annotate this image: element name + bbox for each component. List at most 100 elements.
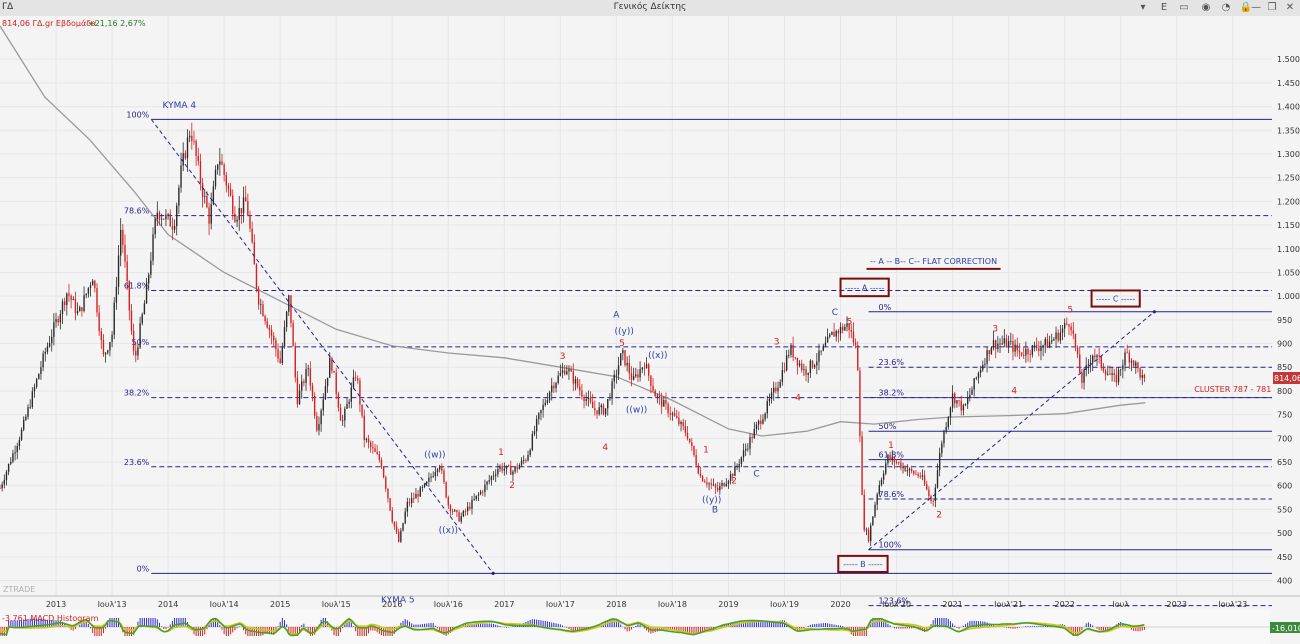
candle-body: [626, 363, 628, 366]
candle-body: [387, 488, 389, 499]
candle-body: [102, 340, 105, 355]
candle-body: [7, 463, 10, 472]
candle-body: [712, 484, 715, 486]
candle-body: [975, 377, 978, 379]
candle-body: [249, 215, 251, 229]
chart-area[interactable]: 100%78.6%61.8%50%38.2%23.6%0%0%23.6%38.2…: [0, 16, 1300, 644]
candle-body: [341, 420, 344, 422]
candle-body: [992, 340, 995, 348]
candle-body: [404, 511, 406, 524]
macd-label: -3,761 MACD Histogram: [2, 614, 99, 623]
candle-body: [193, 140, 195, 142]
candle-body: [482, 491, 484, 493]
candle-body: [363, 415, 365, 441]
candle-body: [361, 404, 363, 416]
candle-body: [344, 408, 346, 421]
candle-body: [100, 331, 102, 341]
candle-body: [906, 470, 909, 472]
candle-body: [818, 350, 820, 362]
dropdown-icon[interactable]: ▾: [1135, 1, 1151, 15]
wave-box-label: ----- C -----: [1096, 295, 1136, 304]
candle-body: [997, 343, 999, 349]
candle-body: [85, 293, 87, 296]
candle-body: [438, 466, 441, 470]
y-tick-label: 1.050: [1277, 268, 1300, 277]
candle-body: [354, 377, 357, 379]
wave-box-label: ----- B -----: [843, 560, 883, 569]
candle-body: [926, 484, 928, 490]
close-icon[interactable]: ✕: [1282, 1, 1298, 15]
candle-body: [932, 500, 934, 502]
candle-body: [682, 421, 684, 427]
candle-body: [619, 353, 622, 366]
candle-body: [844, 326, 846, 331]
candle-body: [275, 339, 277, 350]
y-tick-label: 1.500: [1277, 55, 1300, 64]
candle-body: [913, 471, 915, 474]
candle-body: [378, 454, 381, 460]
restore-icon[interactable]: ❐: [1264, 1, 1280, 15]
candle-body: [359, 380, 361, 405]
edit-icon[interactable]: E: [1156, 1, 1172, 15]
candle-body: [641, 367, 643, 370]
candle-body: [503, 468, 506, 471]
panel-icon[interactable]: ▭: [1176, 1, 1192, 15]
candle-body: [964, 404, 967, 406]
candle-body: [391, 510, 393, 522]
candle-body: [587, 397, 590, 400]
wave-label: 4: [795, 393, 801, 403]
candle-body: [169, 214, 171, 227]
candle-body: [576, 379, 579, 387]
candle-body: [658, 395, 661, 397]
candle-body: [247, 201, 249, 216]
candle-body: [395, 526, 398, 532]
minimize-icon[interactable]: —: [1248, 1, 1264, 15]
candle-body: [1072, 330, 1074, 334]
candle-body: [727, 481, 730, 484]
candle-body: [464, 510, 467, 512]
candle-body: [1094, 355, 1096, 358]
candle-body: [352, 377, 355, 388]
candle-body: [872, 516, 874, 526]
candle-body: [650, 375, 652, 386]
candle-body: [885, 463, 887, 474]
candle-body: [867, 529, 870, 542]
wave-label: A: [613, 310, 620, 320]
candle-body: [753, 428, 756, 439]
candle-body: [1001, 343, 1003, 345]
clock-icon[interactable]: ◔: [1218, 1, 1234, 15]
candle-body: [559, 372, 562, 376]
candle-body: [27, 407, 29, 417]
candle-body: [494, 474, 497, 476]
candle-body: [809, 360, 812, 373]
candle-body: [542, 404, 544, 411]
candle-body: [617, 365, 620, 375]
candle-body: [55, 319, 57, 323]
x-tick-label: Ιουλ'19: [770, 600, 799, 609]
candle-body: [326, 377, 329, 387]
candle-body: [561, 370, 564, 373]
candle-body: [447, 497, 449, 506]
settings-icon[interactable]: ◉: [1198, 1, 1214, 15]
wave-label: 4: [1011, 386, 1017, 396]
candle-body: [977, 372, 980, 378]
candle-body: [630, 373, 633, 380]
candle-body: [227, 185, 230, 190]
candle-body: [747, 448, 749, 450]
candle-body: [652, 385, 654, 391]
y-tick-label: 800: [1277, 387, 1292, 396]
candle-body: [751, 437, 753, 439]
candle-body: [303, 381, 305, 383]
candle-body: [813, 365, 816, 368]
candle-body: [335, 372, 337, 394]
candle-body: [805, 369, 807, 375]
candle-body: [639, 369, 641, 378]
candle-body: [971, 389, 973, 395]
candle-body: [423, 483, 426, 487]
candle-body: [499, 466, 501, 469]
x-tick-label: 2013: [46, 600, 66, 609]
candle-body: [648, 364, 650, 376]
candle-body: [167, 214, 169, 215]
y-tick-label: 500: [1277, 529, 1292, 538]
candle-body: [635, 374, 637, 377]
